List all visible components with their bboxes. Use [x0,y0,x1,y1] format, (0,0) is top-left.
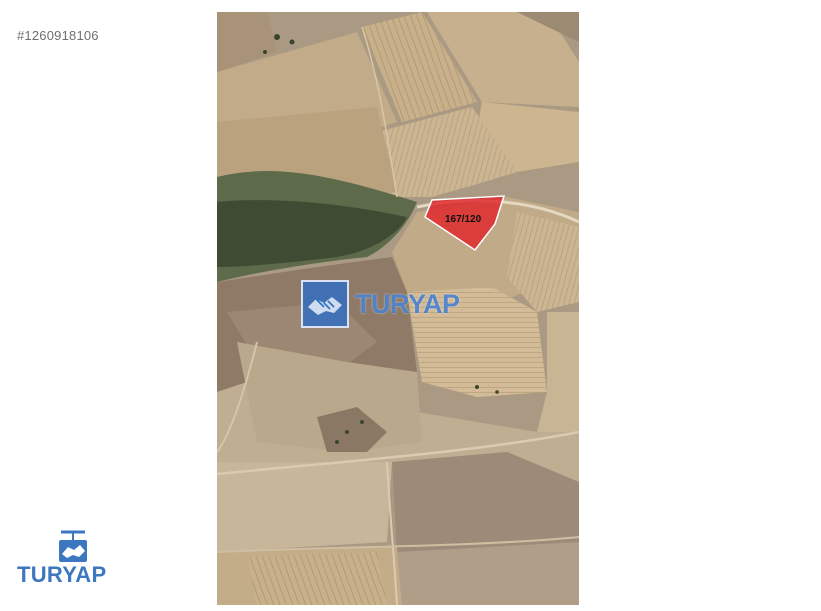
brand-name: TURYAP [17,562,107,587]
watermark-text: TURYAP [355,288,460,319]
parcel-label: 167/120 [445,214,482,225]
listing-id: #1260918106 [17,28,99,43]
satellite-map-image[interactable]: 167/120 TURYAP [217,12,579,605]
watermark-handshake-icon [301,280,349,328]
turyap-logo: TURYAP [17,528,132,588]
handshake-icon [55,528,91,564]
watermark: TURYAP [301,280,460,328]
